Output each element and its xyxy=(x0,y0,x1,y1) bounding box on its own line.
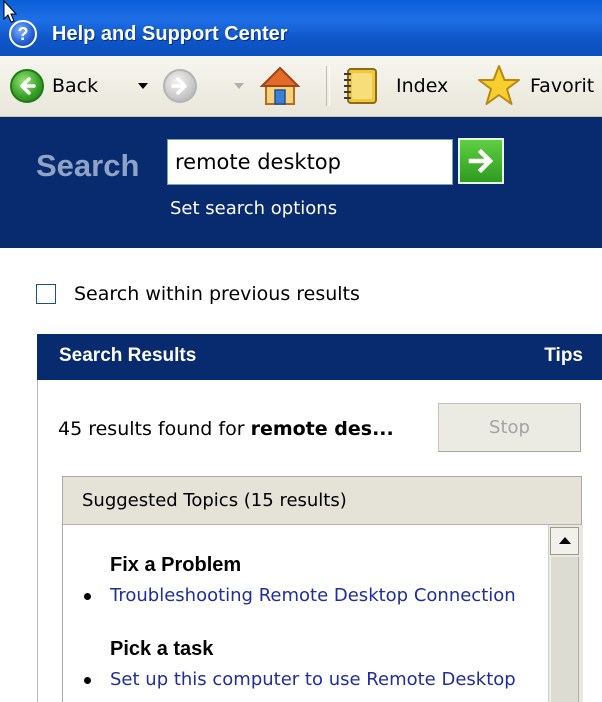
toolbar: Back Index Favorit xyxy=(0,56,602,117)
title-bar: ? Help and Support Center xyxy=(0,0,602,56)
chevron-down-icon xyxy=(234,83,244,89)
back-history-dropdown[interactable] xyxy=(138,56,148,116)
forward-button[interactable] xyxy=(163,56,197,116)
scroll-thumb[interactable] xyxy=(550,557,579,702)
back-button[interactable]: Back xyxy=(10,56,98,116)
forward-history-dropdown[interactable] xyxy=(234,56,244,116)
search-input[interactable] xyxy=(167,139,453,185)
home-icon xyxy=(259,66,301,105)
index-button[interactable]: Index xyxy=(340,56,448,116)
section-heading-fix-a-problem: Fix a Problem xyxy=(110,554,242,576)
suggested-topics-header[interactable]: Suggested Topics (15 results) xyxy=(63,477,581,525)
search-heading: Search xyxy=(36,148,140,183)
search-results-header: Search Results Tips xyxy=(37,334,602,380)
search-within-previous-checkbox[interactable] xyxy=(36,284,56,304)
set-search-options-link[interactable]: Set search options xyxy=(170,198,337,219)
tips-link[interactable]: Tips xyxy=(544,345,583,367)
window-title: Help and Support Center xyxy=(52,23,288,45)
results-summary: 45 results found for remote des... xyxy=(58,418,394,440)
mouse-cursor-icon xyxy=(3,0,17,23)
favorites-star-icon xyxy=(478,65,520,105)
suggested-topics-title: Suggested Topics (15 results) xyxy=(82,490,347,511)
favorites-button[interactable]: Favorit xyxy=(476,56,594,116)
topic-link-set-up-remote-desktop[interactable]: Set up this computer to use Remote Deskt… xyxy=(110,669,516,690)
back-button-label: Back xyxy=(52,75,99,97)
bullet-icon xyxy=(84,593,91,600)
scroll-up-arrow-icon xyxy=(558,537,571,544)
results-count-text: 45 results found for xyxy=(58,418,251,440)
results-query-text: remote des... xyxy=(250,418,394,440)
stop-button[interactable]: Stop xyxy=(438,403,581,452)
index-button-label: Index xyxy=(396,75,449,97)
search-results-title: Search Results xyxy=(59,345,197,366)
forward-arrow-icon xyxy=(163,69,197,103)
home-button[interactable] xyxy=(258,56,302,116)
toolbar-separator xyxy=(326,66,330,106)
back-arrow-icon xyxy=(10,69,44,103)
bullet-icon xyxy=(84,677,91,684)
search-go-button[interactable] xyxy=(458,138,504,184)
topic-link-troubleshooting-remote-desktop[interactable]: Troubleshooting Remote Desktop Connectio… xyxy=(110,585,516,606)
index-book-icon xyxy=(344,68,377,104)
go-arrow-icon xyxy=(468,148,494,174)
help-question-icon: ? xyxy=(9,20,37,48)
scroll-up-button[interactable] xyxy=(550,527,579,555)
favorites-button-label: Favorit xyxy=(530,75,595,97)
section-heading-pick-a-task: Pick a task xyxy=(110,638,214,660)
chevron-down-icon xyxy=(138,83,148,89)
search-within-previous-label: Search within previous results xyxy=(74,283,360,305)
